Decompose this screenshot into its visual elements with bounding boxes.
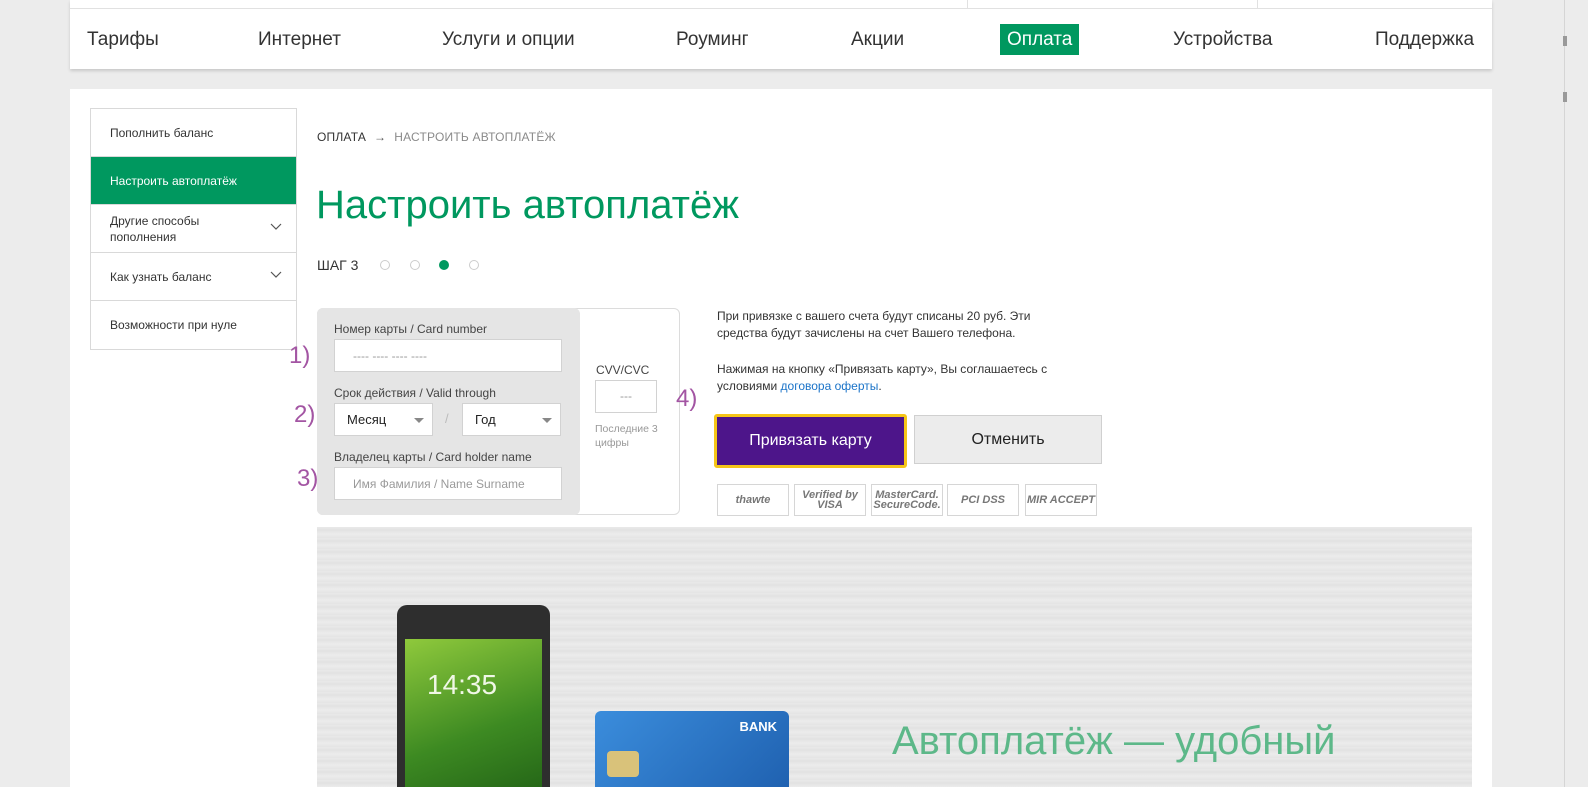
sidebar-item-label: Как узнать баланс (110, 269, 212, 284)
agreement-text-before: Нажимая на кнопку «Привязать карту», Вы … (717, 362, 1048, 393)
step-dot-4 (469, 260, 479, 270)
offer-agreement-link[interactable]: договора оферты (781, 379, 879, 393)
scrollbar-track[interactable] (1564, 0, 1565, 787)
scrollbar-thumb-mark[interactable] (1563, 92, 1567, 102)
nav-item-devices[interactable]: Устройства (1173, 24, 1272, 55)
bank-card-image: BANK (595, 711, 789, 787)
caret-down-icon (542, 418, 552, 423)
expiry-label: Срок действия / Valid through (334, 386, 496, 400)
annotation-2: 2) (294, 401, 316, 428)
breadcrumb-arrow-icon: → (374, 130, 387, 144)
pci-dss-badge: PCI DSS (947, 484, 1019, 516)
sidebar-item-label: Другие способы пополнения (110, 213, 200, 244)
expiry-month-value: Месяц (347, 412, 387, 427)
nav-item-support[interactable]: Поддержка (1375, 24, 1474, 55)
sidebar-item-label: Возможности при нуле (110, 318, 237, 332)
sidebar-item-autopay[interactable]: Настроить автоплатёж (91, 157, 296, 205)
sidebar-menu: Пополнить баланс Настроить автоплатёж Др… (90, 108, 297, 350)
step-dot-2 (410, 260, 420, 270)
main-panel: Пополнить баланс Настроить автоплатёж Др… (70, 89, 1492, 787)
agreement-text-after: . (878, 379, 882, 393)
top-strip (70, 0, 1492, 9)
holder-label: Владелец карты / Card holder name (334, 450, 532, 464)
annotation-4: 4) (676, 385, 698, 412)
chevron-down-icon (270, 271, 282, 278)
nav-item-payment[interactable]: Оплата (1000, 24, 1080, 55)
cvv-label: CVV/CVC (596, 363, 650, 377)
smartphone-image: 14:35 (397, 605, 550, 787)
sidebar-item-label: Пополнить баланс (110, 125, 214, 140)
phone-screen: 14:35 (405, 639, 542, 787)
expiry-year-select[interactable]: Год (462, 403, 561, 436)
promo-title: Автоплатёж — удобный (892, 719, 1336, 763)
nav-item-services[interactable]: Услуги и опции (442, 24, 575, 55)
expiry-separator: / (445, 411, 449, 426)
page-title: Настроить автоплатёж (316, 183, 739, 227)
mastercard-badge-text: MasterCard. SecureCode. (873, 489, 941, 511)
chevron-down-icon (270, 223, 282, 230)
breadcrumb-current: НАСТРОИТЬ АВТОПЛАТЁЖ (394, 130, 556, 144)
bind-card-button[interactable]: Привязать карту (714, 414, 907, 468)
autopay-promo-banner: 14:35 BANK Автоплатёж — удобный (317, 527, 1472, 787)
card-bank-label: BANK (739, 719, 777, 734)
card-number-input[interactable]: ---- ---- ---- ---- (334, 339, 562, 372)
card-number-label: Номер карты / Card number (334, 322, 488, 336)
annotation-3: 3) (297, 465, 319, 492)
sidebar-item-check-balance[interactable]: Как узнать баланс (91, 253, 296, 301)
breadcrumb: ОПЛАТА → НАСТРОИТЬ АВТОПЛАТЁЖ (317, 130, 556, 144)
step-label: ШАГ 3 (317, 257, 359, 273)
visa-badge-text: Verified by VISA (802, 489, 858, 511)
nav-item-tariffs[interactable]: Тарифы (87, 24, 159, 55)
thawte-badge-text: thawte (735, 494, 771, 506)
step-dot-1 (380, 260, 390, 270)
phone-clock: 14:35 (427, 669, 498, 700)
expiry-year-value: Год (475, 412, 496, 427)
sidebar-item-top-up[interactable]: Пополнить баланс (91, 109, 296, 157)
caret-down-icon (414, 418, 424, 423)
thawte-badge: thawte (717, 484, 789, 516)
verified-by-visa-badge: Verified by VISA (794, 484, 866, 516)
main-nav: Тарифы Интернет Услуги и опции Роуминг А… (70, 24, 1492, 56)
annotation-1: 1) (289, 342, 311, 369)
top-navigation: Тарифы Интернет Услуги и опции Роуминг А… (70, 0, 1492, 69)
nav-item-promotions[interactable]: Акции (851, 24, 904, 55)
sidebar-item-label: Настроить автоплатёж (110, 173, 237, 188)
card-chip-icon (607, 751, 639, 777)
mir-badge-text: MIR ACCEPT (1026, 494, 1096, 506)
breadcrumb-link-payment[interactable]: ОПЛАТА (317, 130, 366, 144)
nav-item-roaming[interactable]: Роуминг (676, 24, 749, 55)
cancel-button[interactable]: Отменить (914, 415, 1102, 464)
pci-badge-text: PCI DSS (960, 494, 1005, 506)
agreement-text: Нажимая на кнопку «Привязать карту», Вы … (717, 361, 1057, 395)
nav-item-internet[interactable]: Интернет (258, 24, 341, 55)
scrollbar-arrow-up[interactable] (1563, 36, 1567, 46)
cvv-input[interactable]: --- (595, 380, 657, 413)
cvv-hint: Последние 3 цифры (595, 423, 658, 449)
mastercard-securecode-badge: MasterCard. SecureCode. (871, 484, 943, 516)
step-dot-3 (439, 260, 449, 270)
mir-accept-badge: MIR ACCEPT (1025, 484, 1097, 516)
expiry-month-select[interactable]: Месяц (334, 403, 433, 436)
debit-info-text: При привязке с вашего счета будут списан… (717, 309, 1031, 340)
holder-name-input[interactable]: Имя Фамилия / Name Surname (334, 467, 562, 500)
sidebar-item-other-methods[interactable]: Другие способы пополнения (91, 205, 296, 253)
sidebar-item-zero-balance[interactable]: Возможности при нуле (91, 301, 296, 349)
